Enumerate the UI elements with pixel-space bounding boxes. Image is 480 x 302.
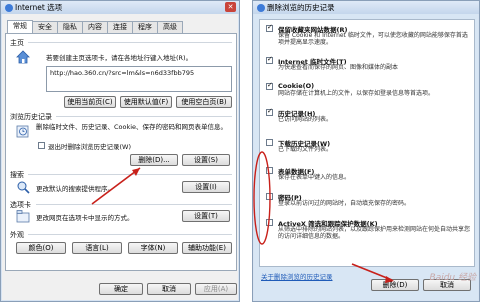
annotation-arrowhead [132,168,140,176]
watermark: Baidu 经验 [429,273,476,283]
annotation-layer [91,151,394,283]
annotation-arrow [91,167,141,205]
annotation-circle [253,151,271,245]
annotation-arrowhead [385,276,394,283]
